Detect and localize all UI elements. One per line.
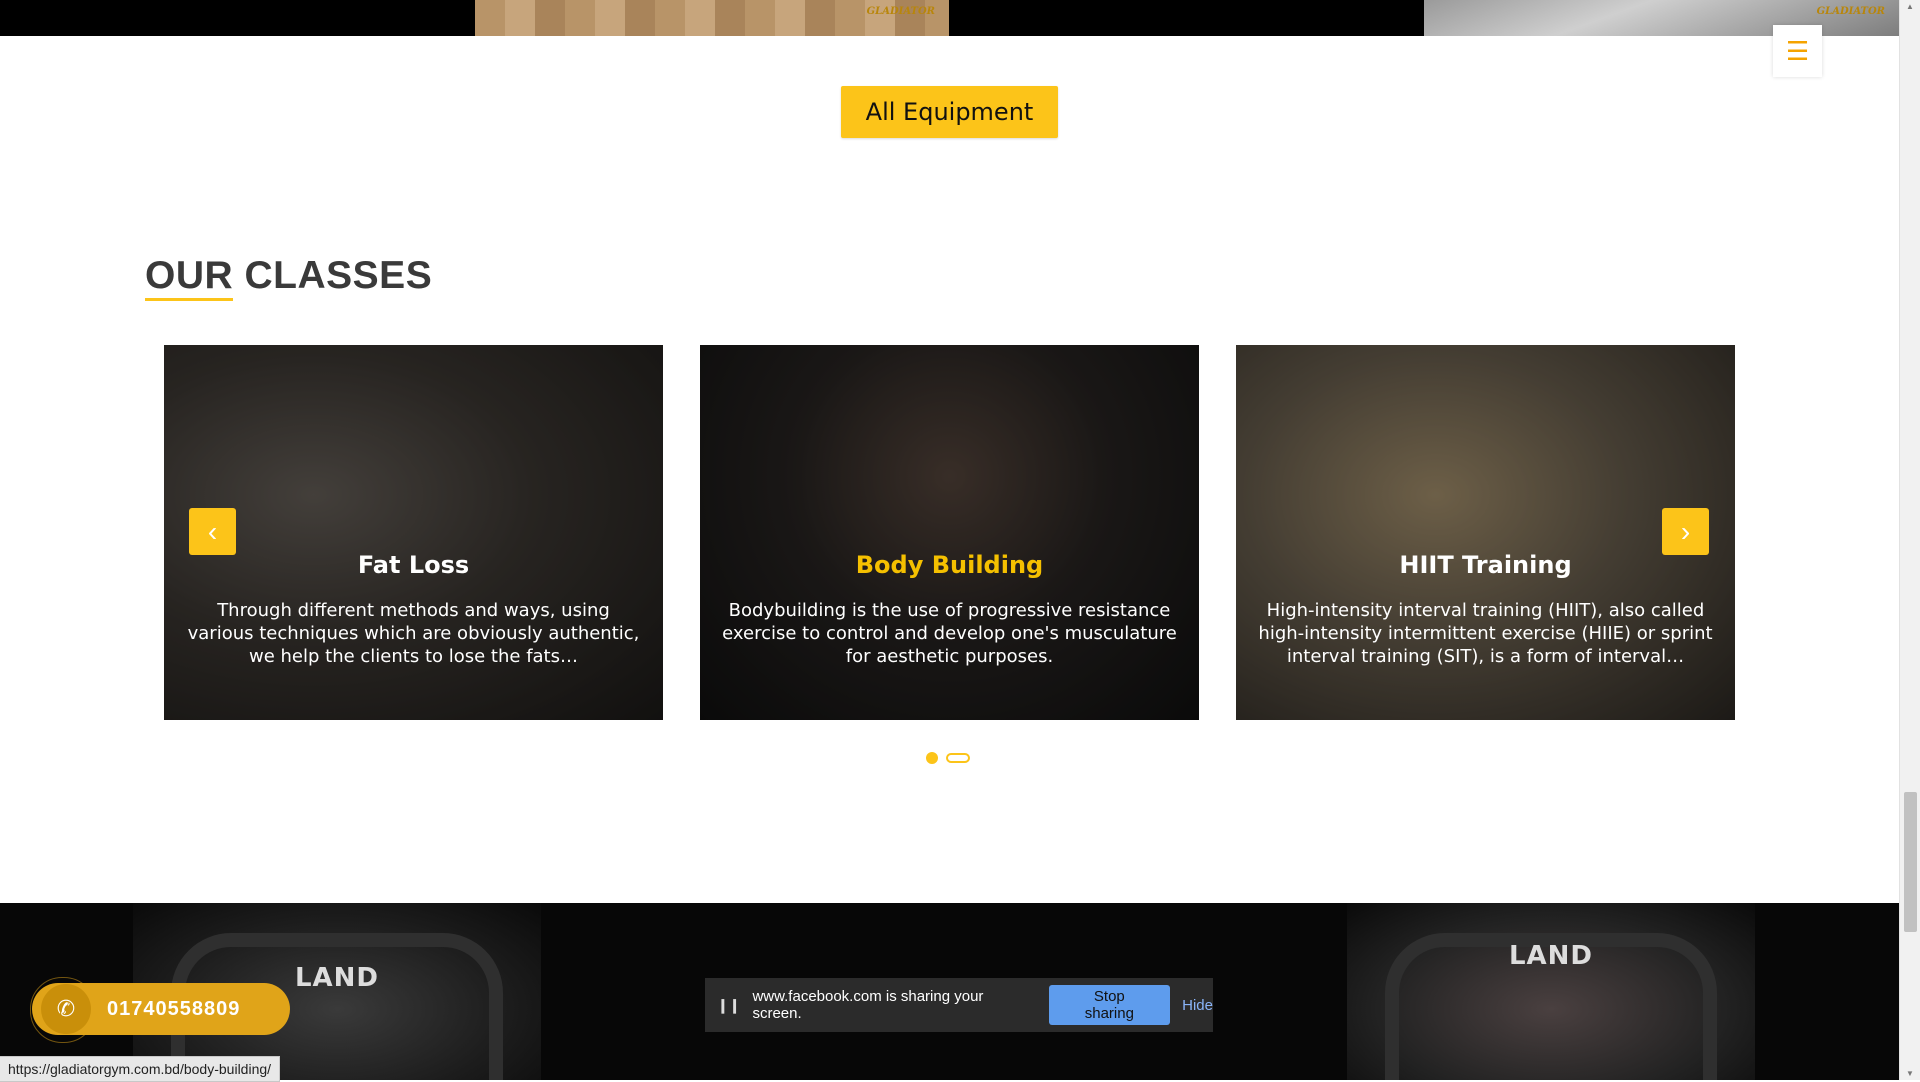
- chevron-right-icon: ›: [1680, 515, 1691, 547]
- stop-sharing-button[interactable]: Stop sharing: [1048, 985, 1171, 1025]
- class-card-fat-loss[interactable]: Fat Loss Through different methods and w…: [164, 345, 663, 720]
- scroll-down-icon[interactable]: ▼: [1906, 1069, 1914, 1078]
- page-scrollbar[interactable]: ▲ ▼: [1899, 0, 1920, 1080]
- class-card-body-building[interactable]: Body Building Bodybuilding is the use of…: [700, 345, 1199, 720]
- hamburger-icon: ☰: [1785, 35, 1810, 66]
- call-now-button[interactable]: ✆ 01740558809: [30, 977, 290, 1043]
- machine-brand-logo: LAND: [294, 963, 380, 993]
- share-message: www.facebook.com is sharing your screen.: [752, 988, 984, 1022]
- carousel-pagination: [926, 752, 970, 764]
- gladiator-logo: GLADIATOR: [866, 6, 935, 17]
- pause-icon: ❙❙: [717, 996, 741, 1013]
- class-description: High-intensity interval training (HIIT),…: [1258, 600, 1713, 667]
- class-card-hiit-training[interactable]: HIIT Training High-intensity interval tr…: [1236, 345, 1735, 720]
- screen-share-bar: ❙❙ www.facebook.com is sharing your scre…: [705, 978, 1213, 1032]
- carousel-prev-button[interactable]: ‹: [189, 508, 236, 555]
- top-gallery-strip: GLADIATOR GLADIATOR: [0, 0, 1899, 36]
- gallery-image-wood-floor[interactable]: GLADIATOR: [475, 0, 949, 36]
- phone-number: 01740558809: [107, 997, 241, 1020]
- status-bar-url: https://gladiatorgym.com.bd/body-buildin…: [0, 1056, 281, 1082]
- chevron-left-icon: ‹: [207, 515, 218, 547]
- scroll-up-icon[interactable]: ▲: [1906, 2, 1914, 11]
- hide-share-bar-link[interactable]: Hide: [1182, 997, 1213, 1014]
- machine-brand-logo: LAND: [1508, 941, 1594, 971]
- all-equipment-button[interactable]: All Equipment: [841, 86, 1058, 138]
- menu-button[interactable]: ☰: [1773, 25, 1822, 77]
- class-title[interactable]: Body Building: [700, 551, 1199, 579]
- gallery-image-gym[interactable]: GLADIATOR: [1424, 0, 1899, 36]
- class-description: Through different methods and ways, usin…: [187, 600, 640, 667]
- class-title[interactable]: HIIT Training: [1236, 551, 1735, 579]
- title-underline: [145, 298, 233, 301]
- class-description: Bodybuilding is the use of progressive r…: [722, 600, 1177, 667]
- class-title[interactable]: Fat Loss: [164, 551, 663, 579]
- scrollbar-thumb[interactable]: [1904, 792, 1917, 932]
- gladiator-logo: GLADIATOR: [1816, 6, 1885, 17]
- section-title: OUR CLASSES: [145, 254, 433, 297]
- gallery-image-pullup-machine-woman[interactable]: LAND: [1347, 903, 1755, 1080]
- pagination-dot-active[interactable]: [926, 752, 938, 764]
- pagination-dot[interactable]: [946, 753, 970, 763]
- carousel-next-button[interactable]: ›: [1662, 508, 1709, 555]
- call-pulse-ring: [30, 977, 96, 1043]
